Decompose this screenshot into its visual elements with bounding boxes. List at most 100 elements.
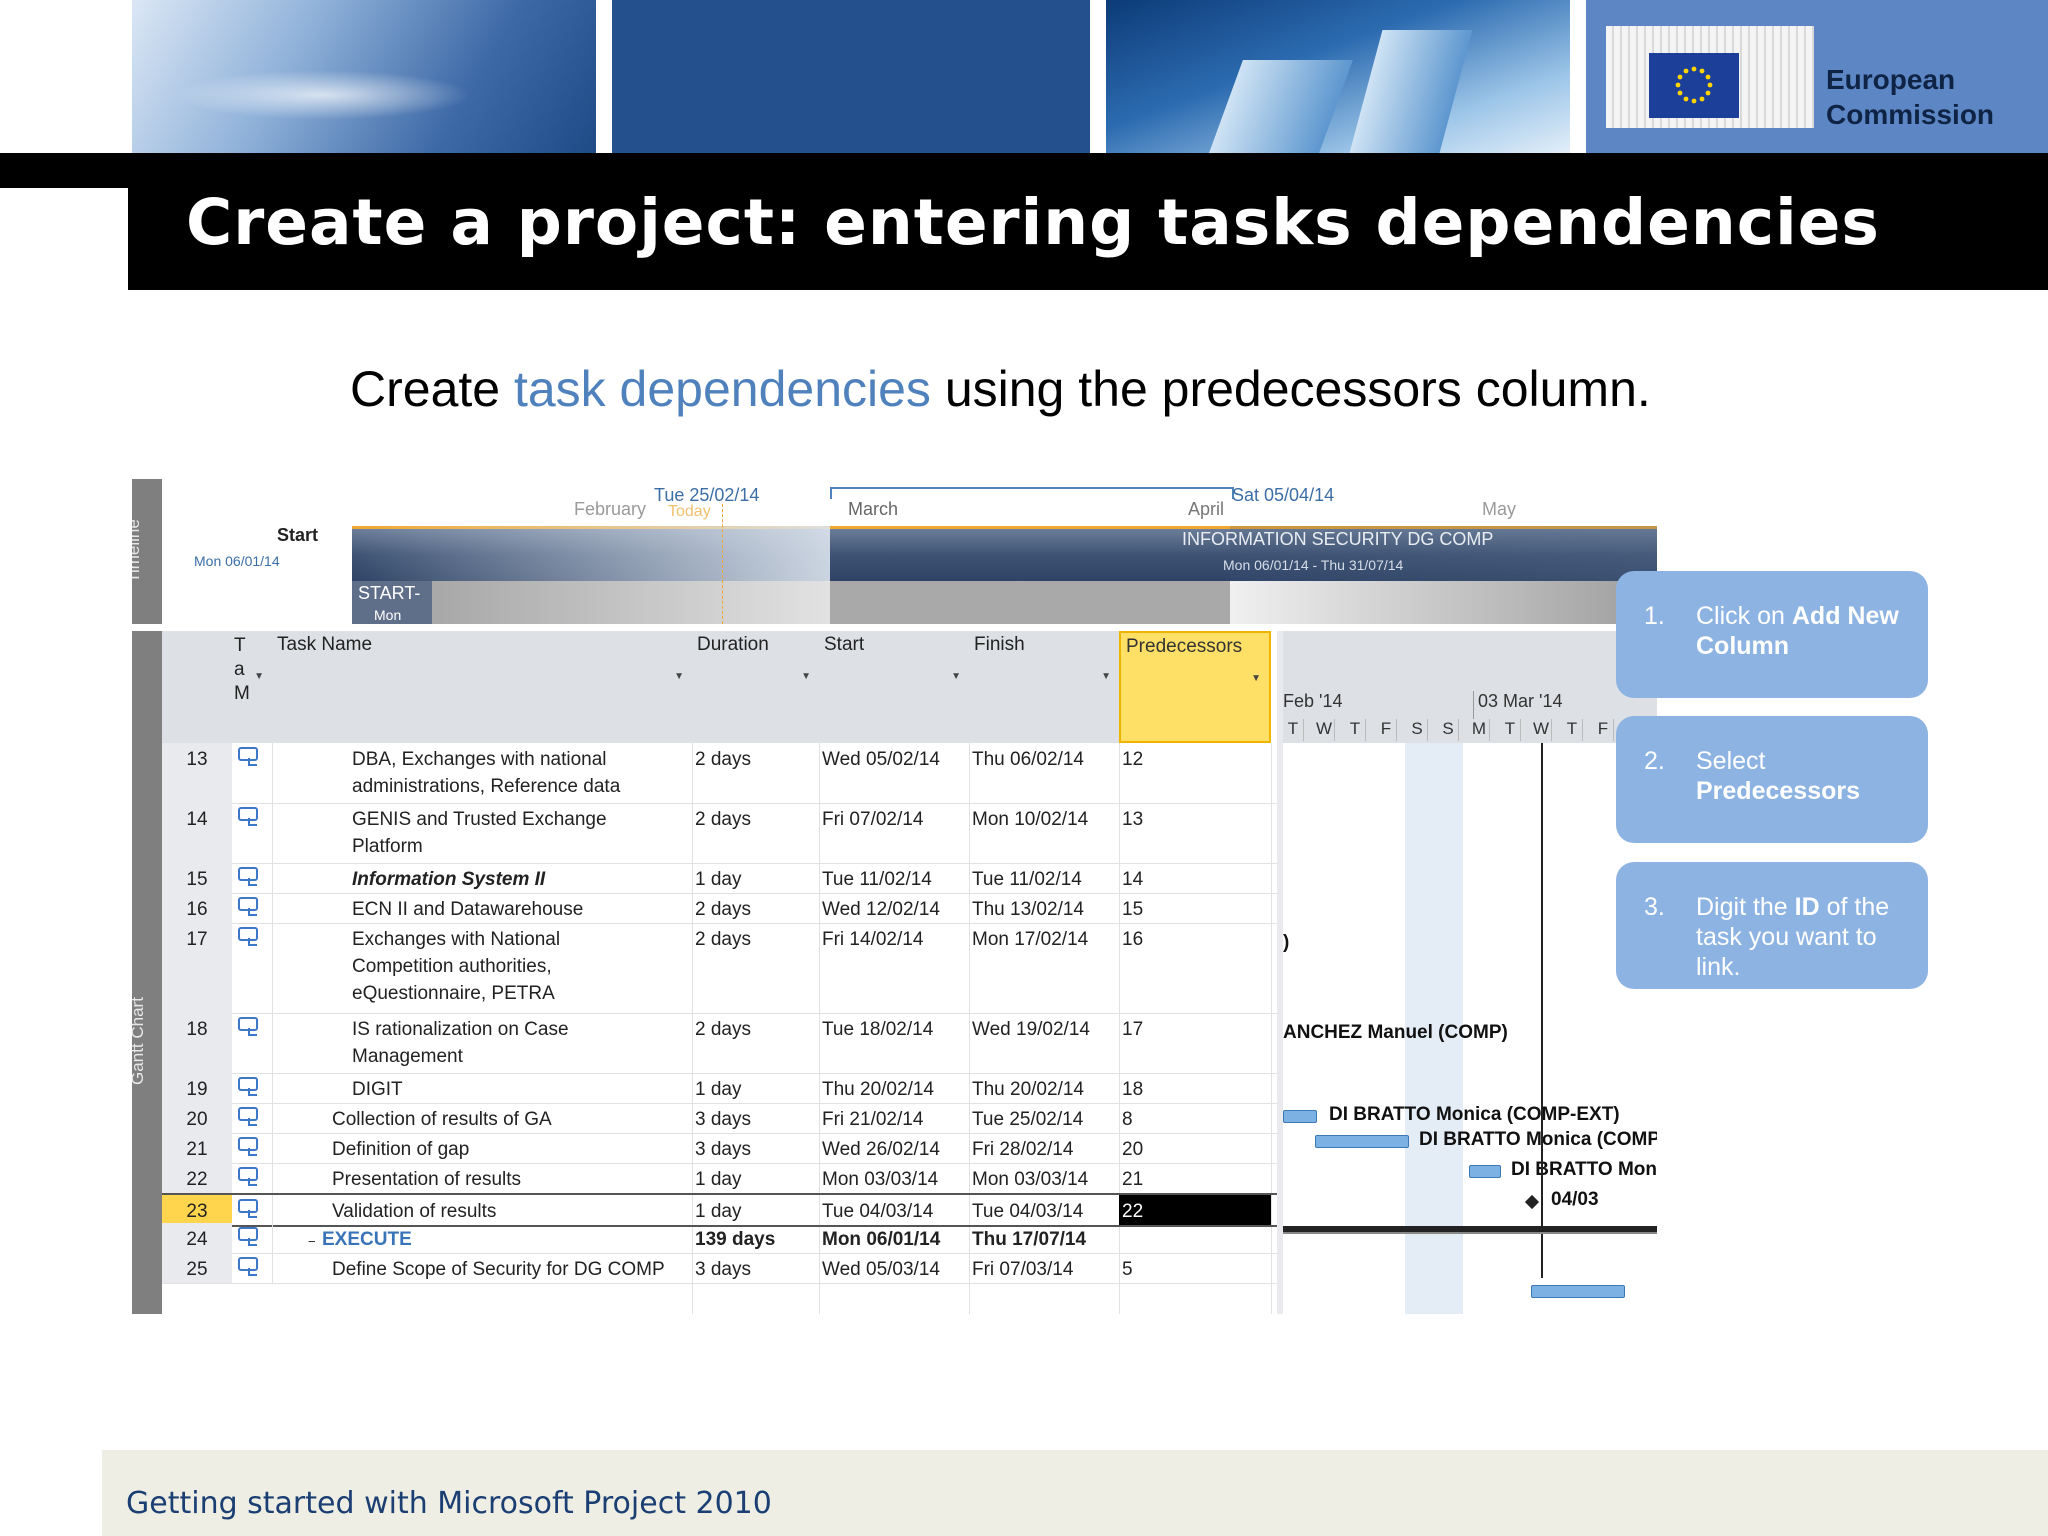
row-id[interactable]: 14 [162,803,232,863]
task-duration[interactable]: 1 day [695,866,741,893]
task-name[interactable]: IS rationalization on Case Management [352,1016,569,1070]
task-start[interactable]: Fri 07/02/14 [822,806,923,833]
task-finish[interactable]: Fri 07/03/14 [972,1256,1073,1283]
table-row[interactable]: 23 Validation of results 1 day Tue 04/03/14… [162,1193,1277,1227]
row-id[interactable]: 13 [162,743,232,803]
column-header-start[interactable]: Start ▼ [819,631,970,743]
task-mode-cell[interactable] [232,803,273,863]
task-start[interactable]: Tue 18/02/14 [822,1016,933,1043]
dropdown-arrow-icon[interactable]: ▼ [951,671,961,682]
task-predecessors[interactable]: 13 [1119,803,1271,863]
task-duration[interactable]: 3 days [695,1136,751,1163]
task-start[interactable]: Tue 04/03/14 [822,1198,933,1225]
task-duration[interactable]: 3 days [695,1106,751,1133]
task-finish[interactable]: Thu 13/02/14 [972,896,1084,923]
dropdown-arrow-icon[interactable]: ▼ [1251,673,1261,684]
gantt-side-tab[interactable]: Gantt Chart [132,631,162,1314]
timeline-start-task[interactable]: START- Mon [352,581,432,624]
column-header-duration[interactable]: Duration ▼ [692,631,820,743]
task-name[interactable]: Presentation of results [332,1166,521,1193]
table-row[interactable]: 19 DIGIT 1 day Thu 20/02/14 Thu 20/02/14 18 [162,1073,1277,1104]
table-row[interactable]: 22 Presentation of results 1 day Mon 03/03/… [162,1163,1277,1194]
task-name[interactable]: Validation of results [332,1198,496,1225]
task-duration[interactable]: 2 days [695,806,751,833]
row-id[interactable]: 16 [162,893,232,923]
table-row[interactable]: 16 ECN II and Datawarehouse 2 days Wed 12/0… [162,893,1277,924]
table-row[interactable]: 13 DBA, Exchanges with national administra… [162,743,1277,804]
task-mode-cell[interactable] [232,1103,273,1133]
task-name[interactable]: DIGIT [352,1076,403,1103]
gantt-chart[interactable]: Feb '14 03 Mar '14 TWTFSSMTWTF ) ANCHEZ M… [1277,631,1657,1314]
task-start[interactable]: Tue 11/02/14 [822,866,932,893]
column-header-task-name[interactable]: Task Name ▼ [272,631,693,743]
task-predecessors[interactable]: 12 [1119,743,1271,803]
task-mode-cell[interactable] [232,893,273,923]
task-start[interactable]: Fri 14/02/14 [822,926,923,953]
gantt-task-bar[interactable] [1531,1285,1625,1298]
dropdown-arrow-icon[interactable]: ▼ [674,671,684,682]
task-duration[interactable]: 2 days [695,926,751,953]
table-row[interactable]: 18 IS rationalization on Case Management 2 … [162,1013,1277,1074]
table-row[interactable]: 17 Exchanges with National Competition aut… [162,923,1277,1014]
task-name[interactable]: Exchanges with National Competition autho… [352,926,560,1007]
task-finish[interactable]: Thu 17/07/14 [972,1226,1086,1253]
table-row[interactable]: 14 GENIS and Trusted Exchange Platform 2 da… [162,803,1277,864]
task-finish[interactable]: Tue 11/02/14 [972,866,1082,893]
task-name[interactable]: Information System II [352,866,545,893]
dropdown-arrow-icon[interactable]: ▼ [1101,671,1111,682]
task-finish[interactable]: Thu 20/02/14 [972,1076,1084,1103]
gantt-task-bar[interactable] [1469,1165,1501,1178]
task-start[interactable]: Mon 03/03/14 [822,1166,938,1193]
table-row[interactable]: 21 Definition of gap 3 days Wed 26/02/14 Fri… [162,1133,1277,1164]
row-id[interactable]: 23 [162,1195,232,1225]
timeline-side-tab[interactable]: Timeline [132,479,162,624]
task-mode-cell[interactable] [232,1253,273,1283]
task-start[interactable]: Wed 12/02/14 [822,896,940,923]
task-start[interactable]: Wed 26/02/14 [822,1136,940,1163]
task-predecessors[interactable]: 21 [1119,1163,1271,1193]
task-predecessors[interactable]: 5 [1119,1253,1271,1283]
task-start[interactable]: Wed 05/03/14 [822,1256,940,1283]
task-predecessors[interactable]: 17 [1119,1013,1271,1073]
task-finish[interactable]: Tue 25/02/14 [972,1106,1083,1133]
task-mode-cell[interactable] [232,1163,273,1193]
task-mode-cell[interactable] [232,1073,273,1103]
task-name[interactable]: EXECUTE [322,1226,412,1253]
task-duration[interactable]: 1 day [695,1076,741,1103]
task-duration[interactable]: 2 days [695,746,751,773]
dropdown-arrow-icon[interactable]: ▼ [801,671,811,682]
row-id[interactable]: 22 [162,1163,232,1193]
task-mode-cell[interactable] [232,743,273,803]
task-predecessors[interactable]: 20 [1119,1133,1271,1163]
row-id[interactable]: 18 [162,1013,232,1073]
row-id-header[interactable] [162,631,233,743]
task-finish[interactable]: Fri 28/02/14 [972,1136,1073,1163]
task-name[interactable]: Definition of gap [332,1136,469,1163]
row-id[interactable]: 15 [162,863,232,893]
column-header-mode[interactable]: Ta M ▼ [232,631,273,743]
column-header-finish[interactable]: Finish ▼ [969,631,1120,743]
task-duration[interactable]: 1 day [695,1166,741,1193]
table-row[interactable]: 20 Collection of results of GA 3 days Fri 2… [162,1103,1277,1134]
row-id[interactable]: 19 [162,1073,232,1103]
task-duration[interactable]: 2 days [695,896,751,923]
task-name[interactable]: GENIS and Trusted Exchange Platform [352,806,607,860]
task-duration[interactable]: 1 day [695,1198,741,1225]
row-id[interactable]: 21 [162,1133,232,1163]
task-predecessors[interactable]: 18 [1119,1073,1271,1103]
timeline-view[interactable]: February March April May Tue 25/02/14 To… [162,479,1657,624]
table-row[interactable]: 15 Information System II 1 day Tue 11/02/14… [162,863,1277,894]
task-mode-cell[interactable] [232,1133,273,1163]
row-id[interactable]: 17 [162,923,232,1013]
task-mode-cell[interactable] [232,1195,273,1225]
task-mode-cell[interactable] [232,863,273,893]
gantt-task-bar[interactable] [1315,1135,1409,1148]
task-start[interactable]: Mon 06/01/14 [822,1226,940,1253]
task-duration[interactable]: 3 days [695,1256,751,1283]
task-predecessors[interactable]: 16 [1119,923,1271,1013]
task-name[interactable]: Define Scope of Security for DG COMP [332,1256,665,1283]
gantt-summary-bar[interactable] [1283,1226,1657,1234]
task-finish[interactable]: Mon 17/02/14 [972,926,1088,953]
task-predecessors[interactable] [1119,1223,1271,1253]
task-name[interactable]: Collection of results of GA [332,1106,552,1133]
